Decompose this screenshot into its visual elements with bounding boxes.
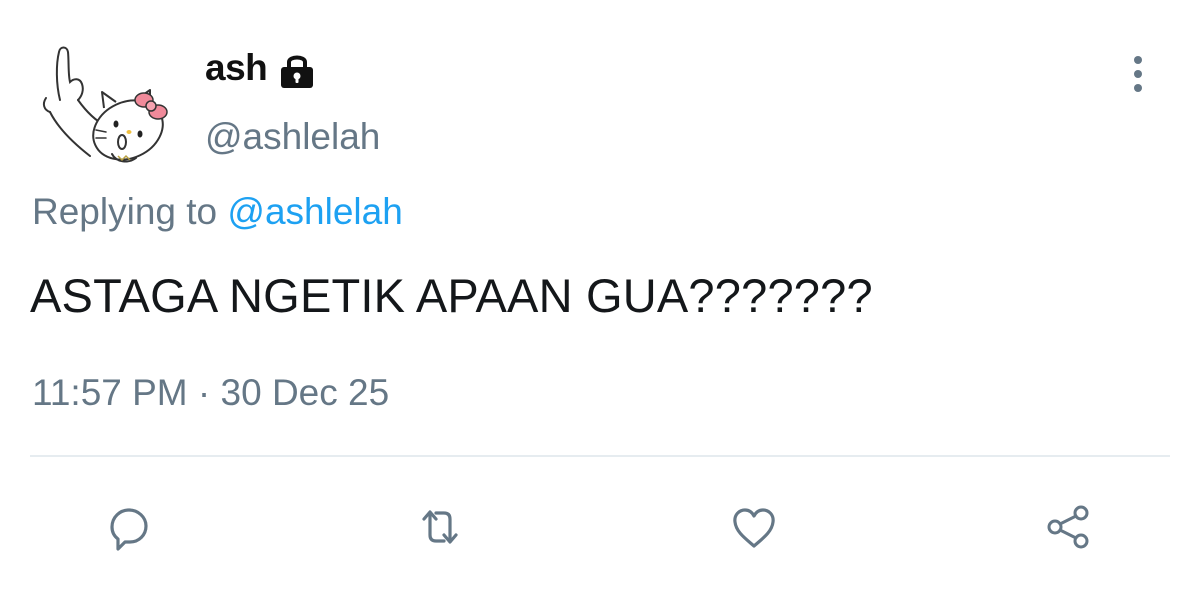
display-name[interactable]: ash [205,47,268,89]
retweet-icon [422,510,458,544]
share-button[interactable] [1038,497,1098,557]
like-button[interactable] [724,497,784,557]
lock-icon [281,55,314,88]
heart-icon [733,508,775,548]
display-name-row: ash [205,44,317,92]
more-vertical-icon [1134,56,1142,92]
tweet-timestamp[interactable]: 11:57 PM · 30 Dec 25 [32,372,389,414]
avatar[interactable] [32,38,182,168]
replying-to: Replying to @ashlelah [32,191,403,233]
divider [30,455,1170,457]
retweet-button[interactable] [410,497,470,557]
reply-bubble-icon [110,508,148,551]
replying-to-label: Replying to [32,191,228,232]
share-icon [1047,505,1089,549]
tweet-text: ASTAGA NGETIK APAAN GUA??????? [30,269,873,322]
hello-kitty-avatar-icon [42,46,168,163]
more-options-button[interactable] [1118,52,1158,96]
reply-button[interactable] [98,497,158,557]
replying-to-mention[interactable]: @ashlelah [227,191,402,232]
user-handle[interactable]: @ashlelah [205,116,380,158]
tweet-card: ash @ashlelah Replying to @ashlelah ASTA… [0,0,1200,615]
